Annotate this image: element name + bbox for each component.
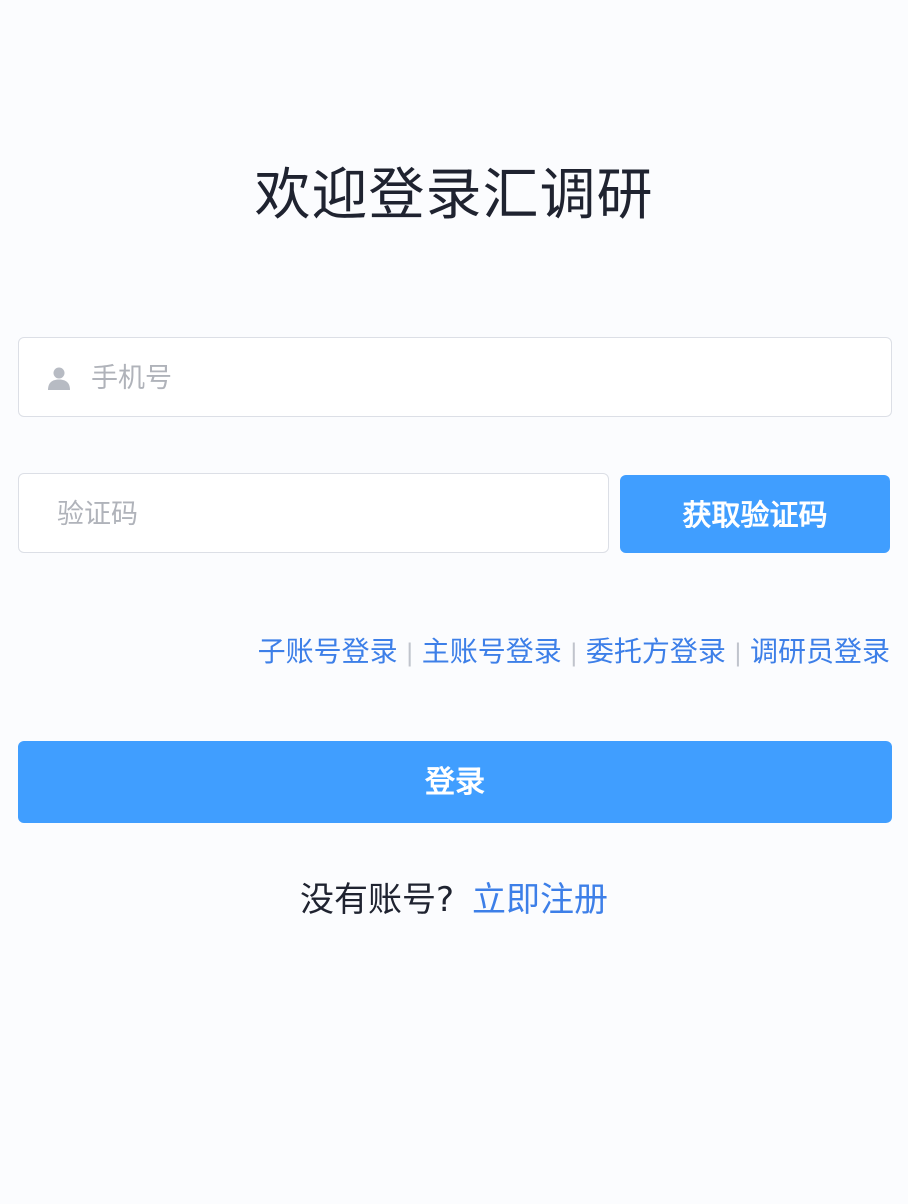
- register-row: 没有账号? 立即注册: [0, 872, 908, 921]
- verification-code-field[interactable]: [18, 473, 609, 553]
- login-type-links: 子账号登录 | 主账号登录 | 委托方登录 | 调研员登录: [258, 630, 890, 670]
- phone-field[interactable]: [18, 337, 892, 417]
- user-icon: [47, 366, 71, 390]
- verification-code-input[interactable]: [55, 493, 579, 535]
- researcher-login-link[interactable]: 调研员登录: [750, 635, 890, 668]
- separator: |: [405, 639, 414, 667]
- client-login-link[interactable]: 委托方登录: [586, 635, 726, 668]
- get-code-button[interactable]: 获取验证码: [620, 475, 890, 553]
- separator: |: [569, 639, 578, 667]
- no-account-text: 没有账号?: [299, 880, 455, 920]
- phone-input[interactable]: [89, 357, 873, 399]
- register-link[interactable]: 立即注册: [472, 880, 608, 920]
- page-title: 欢迎登录汇调研: [254, 163, 654, 228]
- separator: |: [733, 639, 742, 667]
- main-account-login-link[interactable]: 主账号登录: [422, 635, 562, 668]
- sub-account-login-link[interactable]: 子账号登录: [258, 635, 398, 668]
- login-button[interactable]: 登录: [18, 741, 892, 823]
